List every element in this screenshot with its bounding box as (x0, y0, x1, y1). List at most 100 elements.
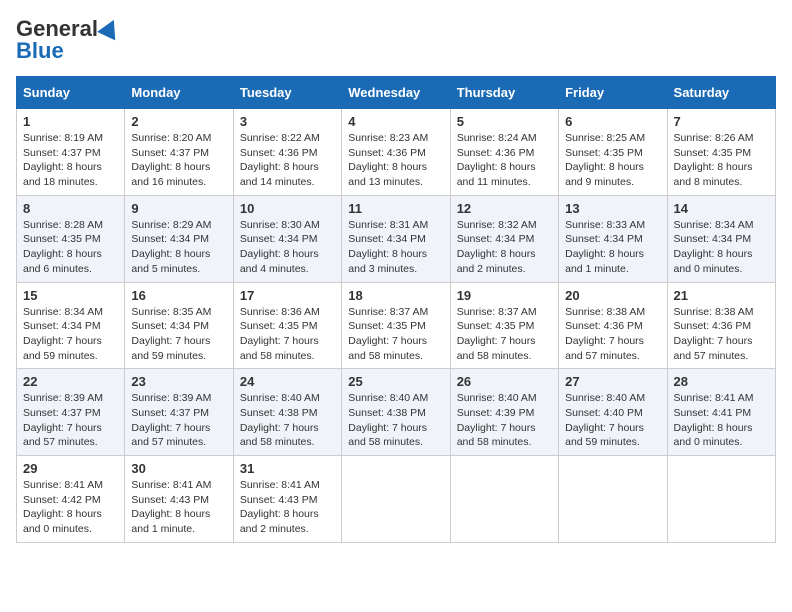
day-detail: Sunrise: 8:40 AM Sunset: 4:38 PM Dayligh… (348, 391, 443, 450)
calendar-row-4: 22 Sunrise: 8:39 AM Sunset: 4:37 PM Dayl… (17, 369, 776, 456)
day-detail: Sunrise: 8:34 AM Sunset: 4:34 PM Dayligh… (674, 218, 769, 277)
day-cell-8: 8 Sunrise: 8:28 AM Sunset: 4:35 PM Dayli… (17, 195, 125, 282)
day-number: 21 (674, 288, 769, 303)
day-detail: Sunrise: 8:41 AM Sunset: 4:41 PM Dayligh… (674, 391, 769, 450)
day-detail: Sunrise: 8:25 AM Sunset: 4:35 PM Dayligh… (565, 131, 660, 190)
day-detail: Sunrise: 8:39 AM Sunset: 4:37 PM Dayligh… (131, 391, 226, 450)
day-cell-24: 24 Sunrise: 8:40 AM Sunset: 4:38 PM Dayl… (233, 369, 341, 456)
day-number: 11 (348, 201, 443, 216)
day-cell-29: 29 Sunrise: 8:41 AM Sunset: 4:42 PM Dayl… (17, 456, 125, 543)
day-number: 30 (131, 461, 226, 476)
day-number: 15 (23, 288, 118, 303)
day-number: 17 (240, 288, 335, 303)
day-detail: Sunrise: 8:41 AM Sunset: 4:42 PM Dayligh… (23, 478, 118, 537)
day-detail: Sunrise: 8:29 AM Sunset: 4:34 PM Dayligh… (131, 218, 226, 277)
logo: General Blue (16, 16, 120, 64)
col-header-wednesday: Wednesday (342, 77, 450, 109)
col-header-monday: Monday (125, 77, 233, 109)
col-header-friday: Friday (559, 77, 667, 109)
day-number: 10 (240, 201, 335, 216)
day-cell-1: 1 Sunrise: 8:19 AM Sunset: 4:37 PM Dayli… (17, 109, 125, 196)
day-detail: Sunrise: 8:22 AM Sunset: 4:36 PM Dayligh… (240, 131, 335, 190)
day-number: 25 (348, 374, 443, 389)
day-cell-31: 31 Sunrise: 8:41 AM Sunset: 4:43 PM Dayl… (233, 456, 341, 543)
day-detail: Sunrise: 8:41 AM Sunset: 4:43 PM Dayligh… (240, 478, 335, 537)
day-cell-16: 16 Sunrise: 8:35 AM Sunset: 4:34 PM Dayl… (125, 282, 233, 369)
day-cell-5: 5 Sunrise: 8:24 AM Sunset: 4:36 PM Dayli… (450, 109, 558, 196)
day-number: 24 (240, 374, 335, 389)
day-cell-9: 9 Sunrise: 8:29 AM Sunset: 4:34 PM Dayli… (125, 195, 233, 282)
day-cell-2: 2 Sunrise: 8:20 AM Sunset: 4:37 PM Dayli… (125, 109, 233, 196)
day-cell-10: 10 Sunrise: 8:30 AM Sunset: 4:34 PM Dayl… (233, 195, 341, 282)
col-header-sunday: Sunday (17, 77, 125, 109)
day-detail: Sunrise: 8:28 AM Sunset: 4:35 PM Dayligh… (23, 218, 118, 277)
day-number: 9 (131, 201, 226, 216)
calendar-table: SundayMondayTuesdayWednesdayThursdayFrid… (16, 76, 776, 543)
empty-cell (450, 456, 558, 543)
empty-cell (559, 456, 667, 543)
calendar-row-2: 8 Sunrise: 8:28 AM Sunset: 4:35 PM Dayli… (17, 195, 776, 282)
col-header-tuesday: Tuesday (233, 77, 341, 109)
logo-triangle-icon (97, 16, 123, 41)
day-cell-20: 20 Sunrise: 8:38 AM Sunset: 4:36 PM Dayl… (559, 282, 667, 369)
day-cell-22: 22 Sunrise: 8:39 AM Sunset: 4:37 PM Dayl… (17, 369, 125, 456)
day-detail: Sunrise: 8:19 AM Sunset: 4:37 PM Dayligh… (23, 131, 118, 190)
day-cell-12: 12 Sunrise: 8:32 AM Sunset: 4:34 PM Dayl… (450, 195, 558, 282)
empty-cell (342, 456, 450, 543)
day-detail: Sunrise: 8:20 AM Sunset: 4:37 PM Dayligh… (131, 131, 226, 190)
day-detail: Sunrise: 8:38 AM Sunset: 4:36 PM Dayligh… (674, 305, 769, 364)
empty-cell (667, 456, 775, 543)
calendar-row-3: 15 Sunrise: 8:34 AM Sunset: 4:34 PM Dayl… (17, 282, 776, 369)
day-cell-13: 13 Sunrise: 8:33 AM Sunset: 4:34 PM Dayl… (559, 195, 667, 282)
day-detail: Sunrise: 8:24 AM Sunset: 4:36 PM Dayligh… (457, 131, 552, 190)
day-cell-17: 17 Sunrise: 8:36 AM Sunset: 4:35 PM Dayl… (233, 282, 341, 369)
day-detail: Sunrise: 8:23 AM Sunset: 4:36 PM Dayligh… (348, 131, 443, 190)
day-detail: Sunrise: 8:37 AM Sunset: 4:35 PM Dayligh… (348, 305, 443, 364)
day-number: 19 (457, 288, 552, 303)
day-number: 12 (457, 201, 552, 216)
day-detail: Sunrise: 8:40 AM Sunset: 4:38 PM Dayligh… (240, 391, 335, 450)
day-number: 14 (674, 201, 769, 216)
day-number: 23 (131, 374, 226, 389)
day-cell-15: 15 Sunrise: 8:34 AM Sunset: 4:34 PM Dayl… (17, 282, 125, 369)
col-header-saturday: Saturday (667, 77, 775, 109)
day-detail: Sunrise: 8:35 AM Sunset: 4:34 PM Dayligh… (131, 305, 226, 364)
day-cell-25: 25 Sunrise: 8:40 AM Sunset: 4:38 PM Dayl… (342, 369, 450, 456)
page-header: General Blue (16, 16, 776, 64)
day-cell-30: 30 Sunrise: 8:41 AM Sunset: 4:43 PM Dayl… (125, 456, 233, 543)
day-number: 29 (23, 461, 118, 476)
day-detail: Sunrise: 8:30 AM Sunset: 4:34 PM Dayligh… (240, 218, 335, 277)
day-detail: Sunrise: 8:34 AM Sunset: 4:34 PM Dayligh… (23, 305, 118, 364)
day-number: 3 (240, 114, 335, 129)
day-number: 2 (131, 114, 226, 129)
day-detail: Sunrise: 8:39 AM Sunset: 4:37 PM Dayligh… (23, 391, 118, 450)
day-cell-3: 3 Sunrise: 8:22 AM Sunset: 4:36 PM Dayli… (233, 109, 341, 196)
day-detail: Sunrise: 8:41 AM Sunset: 4:43 PM Dayligh… (131, 478, 226, 537)
day-number: 4 (348, 114, 443, 129)
day-number: 16 (131, 288, 226, 303)
logo-blue-text: Blue (16, 38, 64, 64)
day-number: 27 (565, 374, 660, 389)
day-number: 26 (457, 374, 552, 389)
day-number: 31 (240, 461, 335, 476)
day-cell-28: 28 Sunrise: 8:41 AM Sunset: 4:41 PM Dayl… (667, 369, 775, 456)
day-detail: Sunrise: 8:32 AM Sunset: 4:34 PM Dayligh… (457, 218, 552, 277)
day-detail: Sunrise: 8:40 AM Sunset: 4:40 PM Dayligh… (565, 391, 660, 450)
calendar-row-5: 29 Sunrise: 8:41 AM Sunset: 4:42 PM Dayl… (17, 456, 776, 543)
day-cell-23: 23 Sunrise: 8:39 AM Sunset: 4:37 PM Dayl… (125, 369, 233, 456)
day-number: 7 (674, 114, 769, 129)
day-cell-21: 21 Sunrise: 8:38 AM Sunset: 4:36 PM Dayl… (667, 282, 775, 369)
day-detail: Sunrise: 8:36 AM Sunset: 4:35 PM Dayligh… (240, 305, 335, 364)
day-detail: Sunrise: 8:33 AM Sunset: 4:34 PM Dayligh… (565, 218, 660, 277)
day-cell-7: 7 Sunrise: 8:26 AM Sunset: 4:35 PM Dayli… (667, 109, 775, 196)
day-detail: Sunrise: 8:38 AM Sunset: 4:36 PM Dayligh… (565, 305, 660, 364)
day-detail: Sunrise: 8:31 AM Sunset: 4:34 PM Dayligh… (348, 218, 443, 277)
day-cell-6: 6 Sunrise: 8:25 AM Sunset: 4:35 PM Dayli… (559, 109, 667, 196)
calendar-row-1: 1 Sunrise: 8:19 AM Sunset: 4:37 PM Dayli… (17, 109, 776, 196)
day-cell-27: 27 Sunrise: 8:40 AM Sunset: 4:40 PM Dayl… (559, 369, 667, 456)
day-detail: Sunrise: 8:40 AM Sunset: 4:39 PM Dayligh… (457, 391, 552, 450)
day-cell-4: 4 Sunrise: 8:23 AM Sunset: 4:36 PM Dayli… (342, 109, 450, 196)
day-number: 5 (457, 114, 552, 129)
col-header-thursday: Thursday (450, 77, 558, 109)
day-number: 1 (23, 114, 118, 129)
